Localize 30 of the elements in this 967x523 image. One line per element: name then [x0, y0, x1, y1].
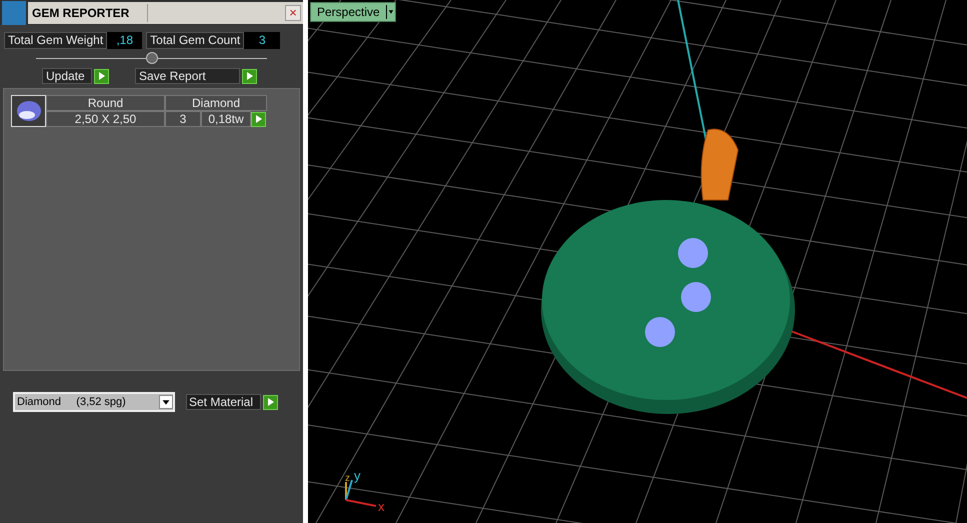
play-icon [256, 115, 262, 123]
action-button[interactable]: Save Report [135, 68, 240, 84]
collapse-handle[interactable] [146, 52, 158, 64]
set-material-button[interactable]: Set Material [186, 394, 261, 410]
axis-label: y [354, 469, 360, 482]
material-dropdown[interactable]: Diamond (3,52 spg) [13, 392, 175, 412]
gem-weight: 0,18tw [201, 111, 251, 127]
play-button[interactable] [263, 394, 278, 410]
total-label: Total Gem Weight [4, 32, 108, 49]
gem-icon [16, 100, 42, 122]
play-icon [246, 72, 252, 80]
view-dropdown[interactable]: Perspective [310, 2, 396, 22]
axis-label: z [345, 474, 350, 484]
total-value: ,18 [107, 32, 142, 49]
panel-title: GEM REPORTER [28, 4, 148, 22]
total-value: 3 [244, 32, 280, 49]
gem-count: 3 [165, 111, 201, 127]
gem-size: 2,50 X 2,50 [46, 111, 165, 127]
gem-material: Diamond [165, 95, 267, 111]
play-icon [98, 72, 104, 80]
total-label: Total Gem Count [146, 32, 244, 49]
axis-label: x [378, 500, 384, 513]
caret-icon [386, 5, 395, 19]
gem-shape: Round [46, 95, 165, 111]
action-button[interactable]: Update [42, 68, 92, 84]
play-button[interactable] [242, 68, 257, 84]
play-button[interactable] [94, 68, 109, 84]
play-icon [268, 398, 274, 406]
play-button[interactable] [251, 112, 266, 126]
close-button[interactable]: × [285, 4, 301, 20]
